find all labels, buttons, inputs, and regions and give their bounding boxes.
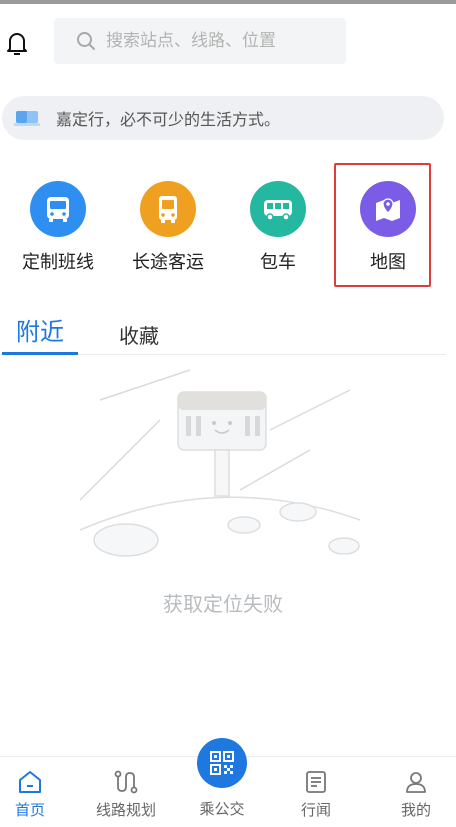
- service-label: 地图: [370, 252, 406, 273]
- route-icon: [113, 769, 139, 795]
- qr-code-icon: [210, 751, 234, 775]
- van-icon: [250, 181, 306, 237]
- tab-favorites[interactable]: 收藏: [112, 320, 166, 362]
- service-custom-route[interactable]: 定制班线: [4, 178, 112, 288]
- nav-label: 行闻: [300, 801, 331, 819]
- ride-bus-button[interactable]: [197, 738, 247, 788]
- coach-icon: [140, 181, 196, 237]
- bell-icon[interactable]: [6, 30, 28, 56]
- service-label: 包车: [260, 252, 296, 273]
- bus-icon: [30, 181, 86, 237]
- search-icon: [76, 31, 96, 51]
- map-pin-icon: [360, 181, 416, 237]
- home-icon: [17, 769, 43, 795]
- search-bar[interactable]: [54, 18, 346, 64]
- nav-label: 线路规划: [95, 801, 156, 819]
- empty-state-illustration: [60, 360, 380, 580]
- nav-mine[interactable]: 我的: [378, 757, 454, 827]
- user-icon: [403, 769, 429, 795]
- nav-label: 乘公交: [199, 800, 245, 818]
- tab-nearby[interactable]: 附近: [2, 312, 78, 355]
- service-map[interactable]: 地图: [334, 178, 442, 288]
- service-label: 长途客运: [132, 252, 204, 273]
- empty-state-text: 获取定位失败: [163, 592, 283, 616]
- nav-label: 我的: [400, 801, 431, 819]
- service-charter[interactable]: 包车: [224, 178, 332, 288]
- tab-indicator: [2, 352, 78, 355]
- service-long-distance[interactable]: 长途客运: [114, 178, 222, 288]
- tab-bar: 附近 收藏: [0, 312, 446, 355]
- news-icon: [303, 769, 329, 795]
- notice-bar[interactable]: 嘉定行，必不可少的生活方式。: [2, 96, 444, 140]
- nav-home[interactable]: 首页: [0, 757, 68, 827]
- nav-route-planning[interactable]: 线路规划: [88, 757, 164, 827]
- notice-text: 嘉定行，必不可少的生活方式。: [56, 110, 281, 129]
- nav-label: 首页: [14, 801, 45, 819]
- status-line: [0, 0, 456, 4]
- search-input[interactable]: [106, 31, 326, 51]
- service-label: 定制班线: [22, 252, 94, 273]
- tab-label: 附近: [16, 318, 64, 346]
- tab-label: 收藏: [119, 324, 159, 348]
- nav-news[interactable]: 行闻: [278, 757, 354, 827]
- megaphone-icon: [14, 108, 42, 128]
